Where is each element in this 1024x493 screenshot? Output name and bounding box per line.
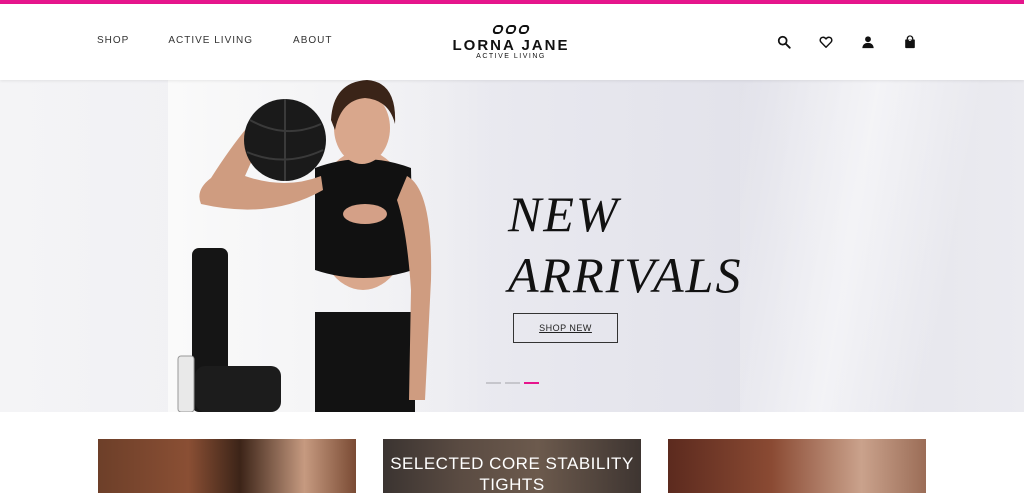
hero-light-sheen [740,80,1024,412]
promo-tile-2-text: SELECTED CORE STABILITY TIGHTS [390,454,634,493]
nav-item-about[interactable]: ABOUT [293,35,332,46]
hero-headline: NEW ARRIVALS [508,184,742,306]
hero-banner[interactable]: NEW ARRIVALS SHOP NEW [0,80,1024,412]
main-nav: SHOP ACTIVE LIVING ABOUT [97,35,332,46]
logo-tagline: ACTIVE LIVING [476,53,546,60]
slider-dot-3[interactable] [524,382,539,384]
nav-item-active-living[interactable]: ACTIVE LIVING [168,35,253,46]
cart-count: 0 [908,37,912,43]
promo-tile-3[interactable] [668,439,926,493]
logo-mark-icon [446,25,576,37]
hero-model-image [177,80,432,412]
header-icons: 0 [776,34,918,50]
site-header: SHOP ACTIVE LIVING ABOUT LORNA JANE ACTI… [0,4,1024,80]
shopping-bag-icon[interactable]: 0 [902,34,918,50]
heart-icon[interactable] [818,34,834,50]
user-icon[interactable] [860,34,876,50]
promo-tile-2[interactable]: SELECTED CORE STABILITY TIGHTS [383,439,641,493]
brand-logo[interactable]: LORNA JANE ACTIVE LIVING [446,25,576,61]
slider-dots [486,382,539,384]
logo-wordmark: LORNA JANE [452,37,570,54]
hero-headline-line-2: ARRIVALS [508,247,743,303]
promo-tiles: SELECTED CORE STABILITY TIGHTS [0,439,1024,493]
shop-new-button[interactable]: SHOP NEW [513,313,618,343]
hero-headline-line-1: NEW [508,186,620,242]
nav-item-shop[interactable]: SHOP [97,35,129,46]
slider-dot-1[interactable] [486,382,501,384]
search-icon[interactable] [776,34,792,50]
promo-tile-1[interactable] [98,439,356,493]
slider-dot-2[interactable] [505,382,520,384]
